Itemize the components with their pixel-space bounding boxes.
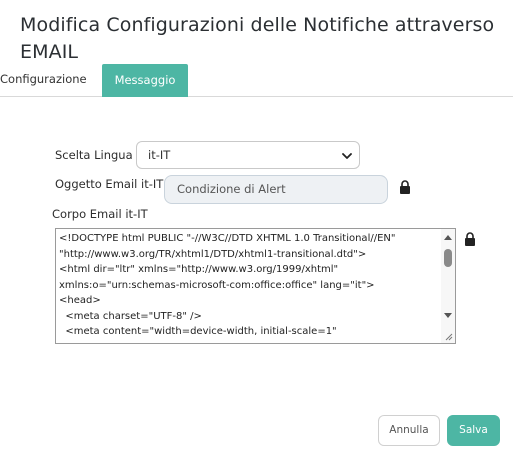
lock-icon[interactable]: [399, 180, 411, 194]
resize-handle-icon[interactable]: [444, 332, 453, 341]
tab-configurazione[interactable]: Configurazione: [0, 64, 96, 97]
subject-input-value: Condizione di Alert: [177, 182, 286, 196]
chevron-down-icon: [342, 153, 352, 159]
body-textarea-content: <!DOCTYPE html PUBLIC "-//W3C//DTD XHTML…: [59, 233, 396, 337]
body-textarea[interactable]: <!DOCTYPE html PUBLIC "-//W3C//DTD XHTML…: [55, 228, 456, 344]
body-label: Corpo Email it-IT: [52, 207, 148, 221]
save-button[interactable]: Salva: [447, 415, 500, 446]
textarea-scrollbar[interactable]: [441, 229, 455, 343]
language-select[interactable]: it-IT: [136, 141, 360, 169]
page-title: Modifica Configurazioni delle Notifiche …: [20, 14, 495, 63]
scrollbar-thumb[interactable]: [444, 249, 452, 267]
subject-input[interactable]: Condizione di Alert: [164, 175, 388, 204]
scroll-down-arrow-icon[interactable]: [444, 313, 452, 318]
cancel-button[interactable]: Annulla: [378, 415, 440, 446]
language-label: Scelta Lingua: [55, 148, 133, 162]
lock-icon[interactable]: [464, 232, 476, 246]
tab-bar: Configurazione Messaggio: [0, 64, 513, 97]
language-select-value: it-IT: [148, 148, 171, 162]
subject-label: Oggetto Email it-IT: [55, 177, 164, 191]
scroll-up-arrow-icon[interactable]: [444, 235, 452, 240]
tab-messaggio[interactable]: Messaggio: [102, 64, 188, 97]
